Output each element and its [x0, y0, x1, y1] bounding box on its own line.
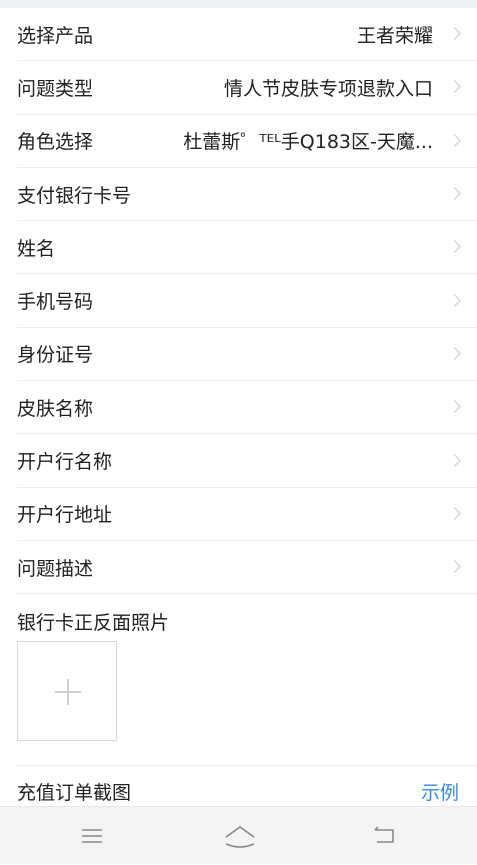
- top-strip: [0, 0, 477, 8]
- plus-icon: [67, 679, 69, 706]
- row-id-number[interactable]: 身份证号: [17, 328, 477, 382]
- nav-menu-button[interactable]: [62, 807, 122, 865]
- bank-card-photo-label: 银行卡正反面照片: [17, 612, 170, 635]
- row-phone[interactable]: 手机号码: [17, 274, 477, 328]
- chevron-right-icon: [448, 560, 461, 573]
- row-name[interactable]: 姓名: [17, 221, 477, 275]
- row-label: 开户行地址: [17, 504, 113, 527]
- row-product[interactable]: 选择产品 王者荣耀: [17, 8, 477, 62]
- row-label: 开户行名称: [17, 451, 113, 474]
- nav-back-button[interactable]: [354, 807, 414, 865]
- chevron-right-icon: [448, 400, 461, 414]
- menu-icon: [82, 829, 102, 843]
- row-bank-name[interactable]: 开户行名称: [17, 434, 477, 488]
- row-label: 身份证号: [17, 344, 94, 367]
- row-label: 角色选择: [17, 131, 94, 154]
- bank-card-photo-section: 银行卡正反面照片: [17, 594, 477, 767]
- nav-home-button[interactable]: [208, 807, 268, 865]
- row-label: 支付银行卡号: [17, 184, 132, 207]
- row-bank-address[interactable]: 开户行地址: [17, 488, 477, 541]
- row-value: 王者荣耀: [356, 24, 433, 47]
- chevron-right-icon: [448, 453, 461, 467]
- back-icon: [374, 826, 394, 843]
- home-icon: [225, 826, 255, 848]
- row-label: 皮肤名称: [17, 397, 94, 420]
- row-label: 姓名: [17, 237, 56, 260]
- row-label: 选择产品: [17, 24, 94, 47]
- row-issue-type[interactable]: 问题类型 情人节皮肤专项退款入口: [17, 61, 477, 115]
- row-role[interactable]: 角色选择 杜蕾斯゜ᵀᴱᴸ手Q183区-天魔...: [17, 115, 477, 168]
- row-label: 问题描述: [17, 557, 94, 580]
- chevron-right-icon: [448, 240, 461, 254]
- system-nav-bar: [0, 806, 477, 864]
- row-bank-card[interactable]: 支付银行卡号: [17, 168, 477, 222]
- row-value: 杜蕾斯゜ᵀᴱᴸ手Q183区-天魔...: [183, 131, 433, 154]
- row-value: 情人节皮肤专项退款入口: [223, 77, 433, 100]
- recharge-screenshot-label: 充值订单截图: [17, 781, 132, 804]
- chevron-right-icon: [448, 27, 461, 41]
- row-label: 问题类型: [17, 77, 94, 100]
- chevron-right-icon: [448, 80, 461, 94]
- upload-photo-button[interactable]: [17, 641, 117, 742]
- row-description[interactable]: 问题描述: [17, 541, 477, 595]
- chevron-right-icon: [448, 347, 461, 360]
- row-label: 手机号码: [17, 291, 94, 314]
- chevron-right-icon: [448, 293, 461, 307]
- refund-form: 选择产品 王者荣耀 问题类型 情人节皮肤专项退款入口 角色选择 杜蕾斯゜ᵀᴱᴸ手…: [0, 8, 477, 816]
- row-skin-name[interactable]: 皮肤名称: [17, 381, 477, 435]
- chevron-right-icon: [448, 187, 461, 200]
- chevron-right-icon: [448, 133, 461, 147]
- chevron-right-icon: [448, 506, 461, 520]
